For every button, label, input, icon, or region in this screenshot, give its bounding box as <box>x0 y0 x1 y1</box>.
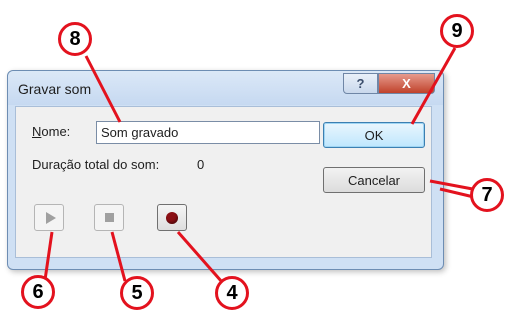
ok-button[interactable]: OK <box>323 122 425 148</box>
play-button[interactable] <box>34 204 64 231</box>
name-label-mnemonic: N <box>32 124 42 139</box>
help-button[interactable]: ? <box>343 73 378 94</box>
close-icon: X <box>402 76 411 91</box>
duration-label: Duração total do som: <box>32 157 160 172</box>
record-button[interactable] <box>157 204 187 231</box>
stop-button[interactable] <box>94 204 124 231</box>
play-icon <box>45 211 56 224</box>
name-input[interactable] <box>96 121 320 144</box>
help-icon: ? <box>356 76 365 91</box>
callout-7: 7 <box>470 178 504 212</box>
callout-6: 6 <box>21 275 55 309</box>
close-button[interactable]: X <box>378 73 435 94</box>
callout-9: 9 <box>440 14 474 48</box>
callout-4: 4 <box>215 276 249 310</box>
callout-8: 8 <box>58 22 92 56</box>
duration-value: 0 <box>197 157 205 172</box>
cancel-button[interactable]: Cancelar <box>323 167 425 193</box>
stop-icon <box>104 213 114 222</box>
record-icon <box>166 211 178 224</box>
callout-5: 5 <box>120 276 154 310</box>
name-label: Nome: <box>32 124 70 139</box>
dialog-title: Gravar som <box>18 81 92 97</box>
name-label-rest: ome: <box>41 124 71 139</box>
